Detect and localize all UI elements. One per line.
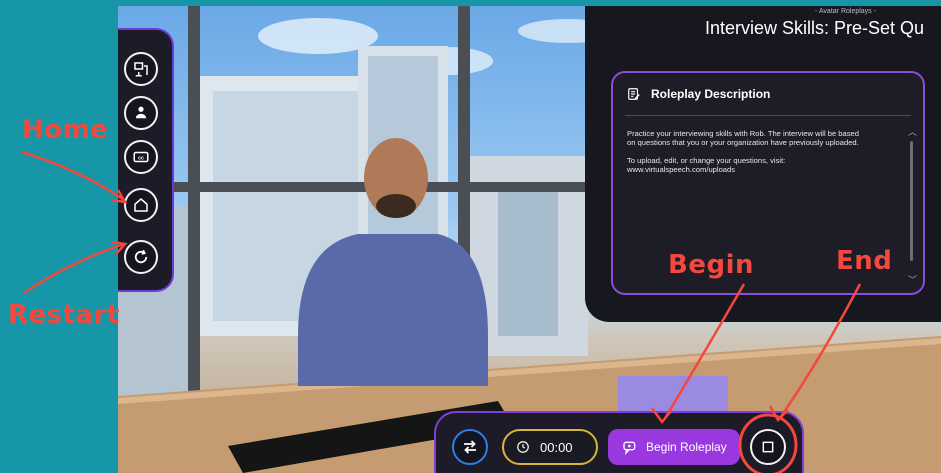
home-arrow [21,150,125,202]
clock-icon [517,441,529,453]
annotation-end: End [836,246,893,276]
swap-icon [464,440,476,454]
description-paragraph: Practice your interviewing skills with R… [627,129,859,147]
panel-kicker: - Avatar Roleplays - [815,8,876,15]
left-toolbar: cc [118,28,174,292]
timer-value: 00:00 [540,439,573,455]
timer: 00:00 [502,429,598,465]
annotation-restart: Restart [8,300,120,330]
annotation-home: Home [22,115,109,145]
divider [625,115,911,116]
presenter-mode-icon [134,62,148,77]
annotation-begin: Begin [668,250,754,280]
bottom-control-bar: 00:00 Begin Roleplay [434,411,804,473]
presenter-mode-button[interactable] [124,52,158,86]
begin-roleplay-button[interactable]: Begin Roleplay [608,429,740,465]
home-button[interactable] [124,188,158,222]
description-paragraph: To upload, edit, or change your question… [627,156,786,174]
description-text: Practice your interviewing skills with R… [627,129,867,183]
restart-arrow [23,242,125,295]
restart-button[interactable] [124,240,158,274]
home-icon [134,198,148,212]
scroll-up-icon[interactable]: ︿ [908,125,917,138]
avatar-icon [135,106,147,119]
avatar-button[interactable] [124,96,158,130]
panel-title: Interview Skills: Pre-Set Qu [705,18,925,38]
chat-icon [623,441,636,455]
scroll-down-icon[interactable]: ﹀ [908,273,917,286]
end-button[interactable] [750,429,786,465]
scrollbar[interactable] [910,141,913,261]
edit-note-icon [628,88,640,100]
description-heading: Roleplay Description [651,87,771,101]
restart-icon [134,249,148,264]
description-header: Roleplay Description [627,87,770,101]
closed-captions-button[interactable]: cc [124,140,158,174]
begin-roleplay-label: Begin Roleplay [646,440,727,454]
closed-captions-icon: cc [133,151,149,163]
swap-button[interactable] [452,429,488,465]
cc-label: cc [138,156,144,162]
stop-icon [762,441,774,453]
